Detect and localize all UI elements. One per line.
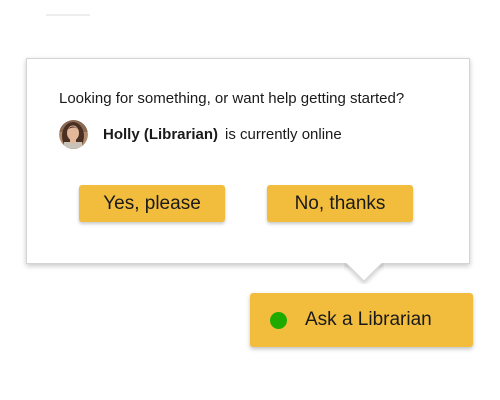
- invite-prompt: Looking for something, or want help gett…: [59, 90, 405, 107]
- ask-a-librarian-button[interactable]: Ask a Librarian: [250, 293, 473, 347]
- yes-please-button[interactable]: Yes, please: [79, 185, 225, 222]
- chat-invite-popup: Looking for something, or want help gett…: [26, 58, 470, 264]
- librarian-status-row: Holly (Librarian) is currently online: [59, 119, 342, 149]
- chat-widget-stage: Looking for something, or want help gett…: [0, 0, 500, 400]
- librarian-photo-icon: [59, 119, 88, 149]
- online-status-text: is currently online: [225, 125, 342, 143]
- librarian-name: Holly (Librarian): [103, 125, 219, 143]
- no-thanks-button[interactable]: No, thanks: [267, 185, 413, 222]
- ask-a-librarian-label: Ask a Librarian: [305, 309, 432, 330]
- faint-divider: [46, 14, 90, 16]
- online-dot-icon: [270, 311, 287, 329]
- librarian-avatar: [59, 119, 88, 149]
- popup-pointer: [344, 262, 384, 284]
